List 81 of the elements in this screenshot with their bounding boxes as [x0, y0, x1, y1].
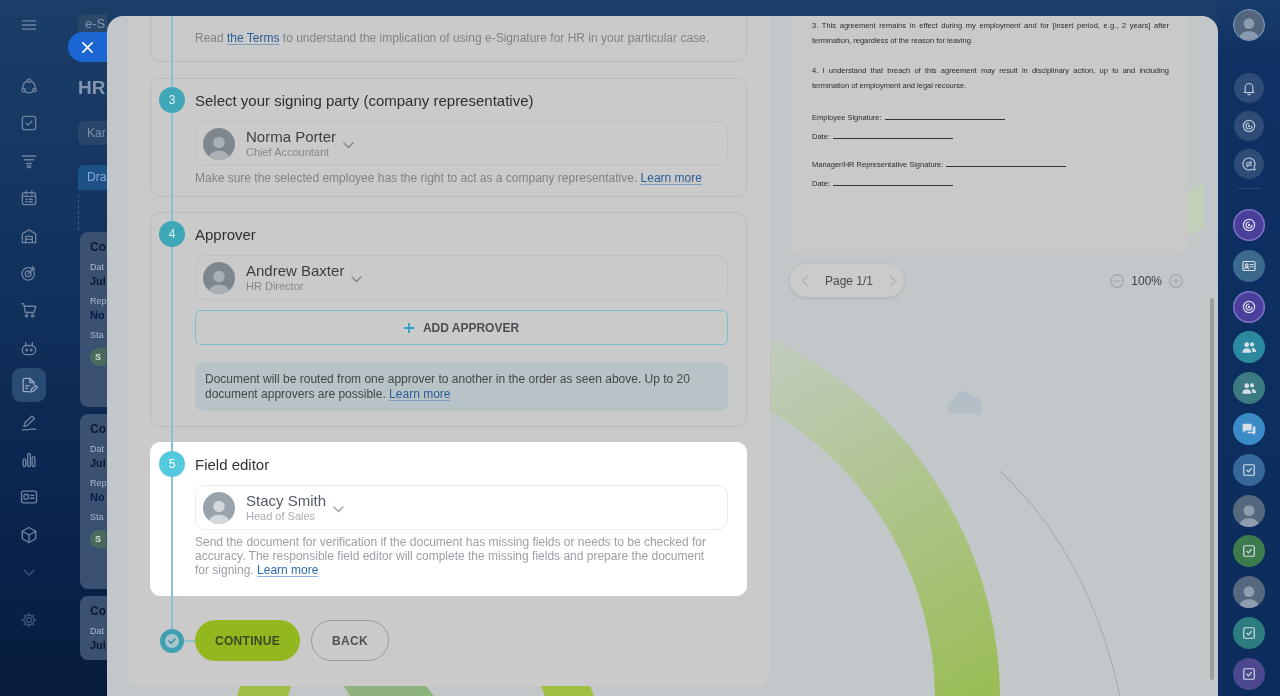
- settings-icon: [19, 610, 39, 631]
- band-drawing: [237, 686, 291, 696]
- step-number: 3: [159, 87, 185, 113]
- info-note: Document will be routed from one approver to another in the order as seen above. Up to 20 document approvers are possible. Learn more: [195, 362, 728, 411]
- help-link[interactable]: Learn more: [257, 563, 319, 577]
- card-title: Co: [90, 239, 106, 255]
- page-title: HR: [78, 76, 106, 100]
- people-icon[interactable]: [1233, 331, 1265, 364]
- avatar-icon[interactable]: [1233, 9, 1265, 41]
- page-indicator: Page 1/1: [825, 273, 874, 288]
- step-title: Select your signing party (company representative): [195, 91, 534, 111]
- plus-icon: [403, 322, 414, 333]
- step-title: Field editor: [195, 455, 270, 475]
- bell-icon[interactable]: [1234, 73, 1264, 103]
- status-badge: S: [90, 530, 106, 548]
- chevron-down-icon: [351, 275, 363, 283]
- sidebar-item[interactable]: [12, 368, 46, 403]
- hint-text: Make sure the selected employee has the right to act as a company representative. Learn more: [195, 171, 703, 185]
- spiral-icon[interactable]: [1233, 209, 1265, 241]
- field-value: Jul: [90, 274, 106, 289]
- step-number: 4: [159, 221, 185, 247]
- checkbox-icon[interactable]: [1233, 616, 1265, 649]
- cube-icon: [19, 524, 39, 545]
- scrollbar[interactable]: [1210, 298, 1214, 680]
- avatar-icon: [203, 261, 235, 294]
- checkbox-icon[interactable]: [1233, 535, 1265, 568]
- employee-name: Norma Porter: [246, 128, 337, 146]
- field-label: Dat: [90, 443, 104, 456]
- employee-name: Stacy Smith: [246, 492, 327, 510]
- check-circle-icon: [160, 628, 184, 653]
- step-number: 5: [159, 451, 185, 477]
- help-link[interactable]: Learn more: [640, 171, 702, 185]
- checkbox-icon[interactable]: [1233, 657, 1265, 690]
- continue-button[interactable]: CONTINUE: [195, 620, 300, 661]
- hint-text: Read the Terms to understand the implication of using e-Signature for HR in your particular case.: [195, 31, 711, 45]
- employee-role: HR Director: [246, 280, 305, 293]
- cart-icon: [19, 300, 39, 321]
- people-icon[interactable]: [1233, 372, 1265, 405]
- column-header: Dra: [78, 165, 107, 190]
- nodes-icon: [19, 76, 39, 96]
- avatar-icon[interactable]: [1233, 576, 1265, 609]
- document-card[interactable]: Co Dat Jul: [80, 596, 107, 660]
- card-title: Co: [90, 421, 106, 437]
- avatar-icon[interactable]: [1233, 494, 1265, 527]
- chat-bubbles-icon[interactable]: [1233, 413, 1265, 445]
- employee-role: Head of Sales: [246, 510, 317, 523]
- field-label: Rep: [90, 477, 107, 490]
- field-value: Jul: [90, 638, 106, 653]
- zoom-level: 100%: [1131, 273, 1162, 288]
- spiral-icon[interactable]: [1234, 111, 1264, 141]
- employee-selector[interactable]: Andrew Baxter HR Director: [195, 255, 728, 300]
- avatar-icon: [203, 127, 235, 160]
- avatar-icon: [203, 491, 235, 524]
- field-label: Rep: [90, 295, 107, 308]
- field-label: Dat: [90, 625, 104, 638]
- step-title: Approver: [195, 225, 256, 245]
- help-link[interactable]: the Terms: [227, 31, 280, 45]
- employee-selector[interactable]: Stacy Smith Head of Sales: [195, 485, 728, 530]
- card-title: Co: [90, 603, 106, 619]
- add-approver-button[interactable]: ADD APPROVER: [195, 310, 728, 345]
- close-button[interactable]: [68, 32, 107, 62]
- pencil-icon: [19, 412, 39, 433]
- status-badge: S: [90, 348, 106, 366]
- contact-card-icon[interactable]: [1233, 249, 1265, 282]
- chat-arrows-icon[interactable]: [1234, 149, 1264, 179]
- employee-selector[interactable]: Norma Porter Chief Accountant: [195, 121, 728, 166]
- employee-name: Andrew Baxter: [246, 262, 345, 280]
- hint-text: Send the document for verification if the document has missing fields or needs to be checked for accuracy. The responsible field editor will complete the missing fields and prepare the document for signing. Learn more: [195, 535, 707, 577]
- page-tab[interactable]: e-S: [78, 14, 107, 32]
- close-icon: [82, 41, 93, 53]
- employee-role: Chief Accountant: [246, 146, 331, 159]
- spiral-icon[interactable]: [1233, 290, 1265, 323]
- field-label: Dat: [90, 261, 104, 274]
- filter-field[interactable]: Kar: [78, 121, 107, 145]
- chevron-down-icon: [343, 141, 355, 149]
- chevron-down-icon: [333, 505, 345, 513]
- help-link[interactable]: Learn more: [389, 387, 451, 401]
- field-value: Jul: [90, 456, 106, 471]
- field-label: Sta: [90, 329, 104, 342]
- checkbox-icon[interactable]: [1233, 453, 1265, 486]
- field-label: Sta: [90, 511, 104, 524]
